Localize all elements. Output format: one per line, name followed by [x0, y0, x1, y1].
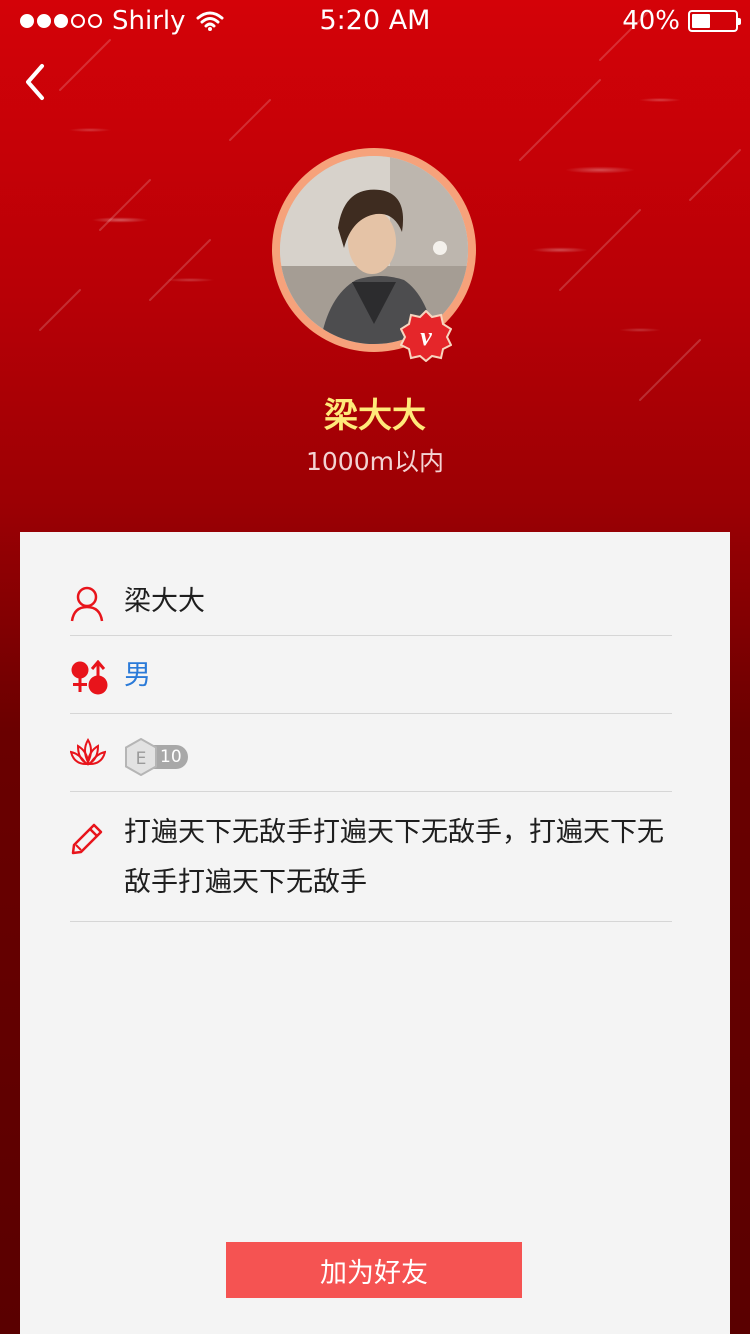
level-hexagon-icon: E	[124, 737, 158, 777]
svg-text:v: v	[420, 322, 432, 351]
add-friend-button[interactable]: 加为好友	[226, 1242, 522, 1298]
level-row: E 10	[70, 714, 672, 792]
status-bar: Shirly 5:20 AM 40%	[0, 0, 750, 40]
pencil-icon	[71, 823, 103, 855]
gender-row: 男	[70, 636, 672, 714]
nickname-row: 梁大大	[70, 564, 672, 636]
chevron-left-icon[interactable]	[16, 60, 56, 104]
nickname-value: 梁大大	[124, 586, 205, 617]
battery-icon	[688, 10, 741, 32]
signature-row: 打遍天下无敌手打遍天下无敌手，打遍天下无敌手打遍天下无敌手	[70, 792, 672, 922]
user-icon	[70, 586, 104, 622]
level-badge: E 10	[124, 737, 188, 777]
vimeo-v-badge-icon: v	[400, 310, 452, 362]
lotus-icon	[70, 738, 106, 766]
signature-value: 打遍天下无敌手打遍天下无敌手，打遍天下无敌手打遍天下无敌手	[124, 817, 664, 898]
gender-value: 男	[124, 660, 151, 691]
level-letter: E	[136, 749, 147, 769]
battery-percent: 40%	[622, 6, 680, 36]
gender-icon	[71, 660, 108, 695]
header-name: 梁大大	[324, 396, 426, 436]
profile-card: 梁大大 男 E 10 打遍天下无敌手打遍天下无敌手，打遍天下无敌手打遍天下无敌手…	[20, 532, 730, 1334]
distance-label: 1000m以内	[306, 447, 444, 476]
